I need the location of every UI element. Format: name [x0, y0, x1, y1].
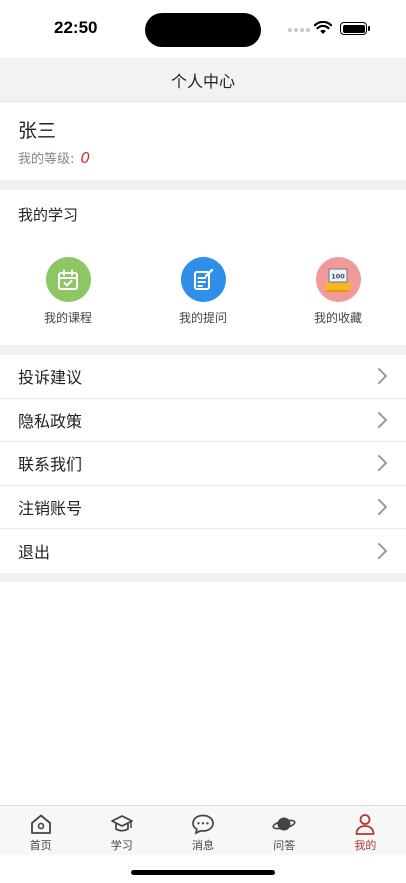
section-divider: [0, 345, 406, 355]
tab-bar: 首页 学习 消息 问答 我的: [0, 805, 406, 855]
tab-mine[interactable]: 我的: [325, 806, 406, 855]
my-favorites-label: 我的收藏: [313, 311, 362, 325]
section-divider: [0, 180, 406, 190]
wifi-icon: [314, 21, 332, 34]
level-value: 0: [80, 149, 91, 167]
graduation-cap-icon: [110, 815, 133, 832]
chevron-right-icon: [378, 455, 387, 472]
level-row: 我的等级: 0: [18, 148, 90, 167]
menu-item-label: 隐私政策: [18, 411, 83, 431]
edit-note-icon: [180, 257, 226, 302]
tab-home[interactable]: 首页: [0, 806, 81, 855]
menu-item-feedback[interactable]: 投诉建议: [0, 355, 406, 399]
tab-messages[interactable]: 消息: [162, 806, 243, 855]
section-title: 我的学习: [18, 206, 79, 224]
status-bar: 22:50: [0, 0, 406, 58]
battery-icon: [340, 22, 370, 35]
home-indicator: [131, 870, 275, 875]
profile-card[interactable]: 张三 我的等级: 0: [0, 102, 406, 180]
menu-item-label: 联系我们: [18, 455, 83, 475]
chevron-right-icon: [378, 543, 387, 560]
settings-menu: 投诉建议 隐私政策 联系我们 注销账号 退出: [0, 355, 406, 573]
my-learning-section: 我的学习 我的课程 我的提问 100 我的收藏: [0, 190, 406, 345]
menu-item-label: 投诉建议: [18, 368, 83, 388]
menu-item-label: 退出: [18, 543, 51, 563]
nav-bar: 个人中心: [0, 58, 406, 102]
planet-icon: [272, 817, 296, 831]
tab-label: 我的: [354, 839, 377, 852]
page-title: 个人中心: [170, 71, 235, 91]
my-favorites-button[interactable]: 100 我的收藏: [278, 257, 398, 326]
chat-bubble-icon: [192, 814, 214, 835]
tab-label: 学习: [110, 839, 133, 852]
status-time: 22:50: [54, 18, 98, 37]
home-icon: [30, 814, 51, 834]
chevron-right-icon: [378, 499, 387, 516]
my-courses-button[interactable]: 我的课程: [8, 257, 128, 326]
tab-label: 首页: [29, 839, 52, 852]
my-courses-label: 我的课程: [43, 311, 92, 325]
menu-item-privacy[interactable]: 隐私政策: [0, 399, 406, 443]
tab-study[interactable]: 学习: [81, 806, 162, 855]
menu-item-contact[interactable]: 联系我们: [0, 442, 406, 486]
menu-item-label: 注销账号: [18, 499, 83, 519]
tab-qa[interactable]: 问答: [244, 806, 325, 855]
certificate-badge-text: 100: [331, 272, 345, 280]
level-label: 我的等级:: [18, 152, 75, 167]
section-divider: [0, 573, 406, 582]
chevron-right-icon: [378, 368, 387, 385]
menu-item-delete-account[interactable]: 注销账号: [0, 486, 406, 530]
dynamic-island: [145, 13, 261, 47]
calendar-check-icon: [45, 257, 91, 302]
cellular-signal-icon: [288, 28, 310, 32]
user-name: 张三: [18, 120, 57, 142]
tab-label: 问答: [273, 839, 296, 852]
my-questions-button[interactable]: 我的提问: [143, 257, 263, 326]
menu-item-logout[interactable]: 退出: [0, 529, 406, 573]
my-questions-label: 我的提问: [178, 311, 227, 325]
person-icon: [356, 814, 375, 835]
tab-label: 消息: [192, 839, 214, 852]
chevron-right-icon: [378, 411, 387, 428]
certificate-icon: 100: [315, 257, 361, 302]
